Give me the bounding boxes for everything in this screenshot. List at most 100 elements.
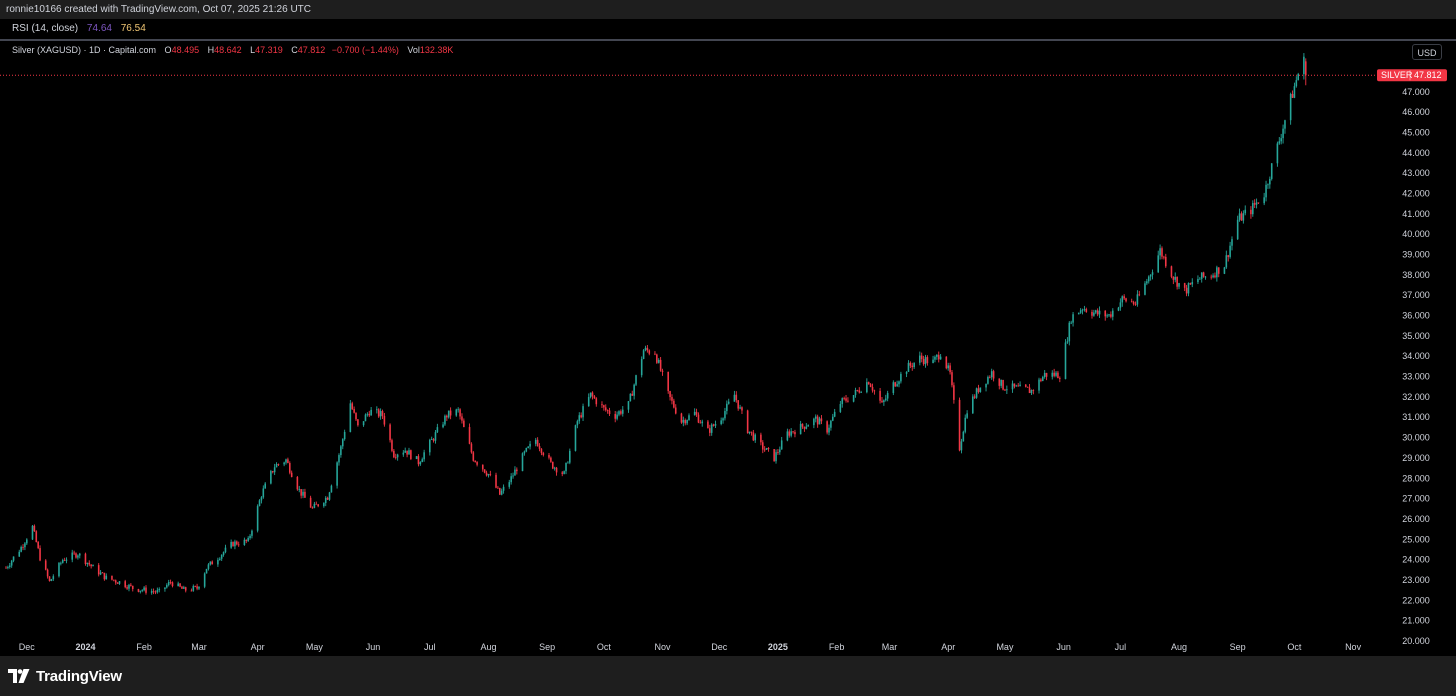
candle-body	[362, 421, 365, 426]
candle-body	[211, 561, 214, 565]
price-axis[interactable]: 20.000 21.000 22.000 23.000 24.000 25.000 26.0…	[1402, 87, 1430, 646]
candle-body	[1163, 256, 1165, 258]
candle-body	[1278, 141, 1281, 144]
candle-body	[667, 371, 669, 392]
candle-body	[273, 467, 276, 473]
open-value: 48.495	[171, 45, 200, 55]
candle-body	[516, 469, 518, 472]
candle-body	[218, 558, 221, 560]
candle-body	[1276, 143, 1279, 164]
x-tick-label: Aug	[480, 642, 496, 652]
candle-body	[1072, 314, 1074, 323]
candle-body	[415, 456, 418, 460]
candle-body	[777, 452, 779, 453]
candle-body	[65, 559, 68, 561]
candle-body	[697, 414, 700, 423]
x-tick-label: Aug	[1171, 642, 1187, 652]
symbol-title[interactable]: Silver (XAGUSD) · 1D · Capital.com	[12, 45, 156, 55]
close-value: 47.812	[297, 45, 326, 55]
candle-body	[103, 572, 106, 580]
candle-body	[737, 400, 739, 409]
candle-body	[1004, 389, 1006, 391]
candle-body	[919, 355, 921, 363]
candle-body	[472, 452, 475, 461]
candle-body	[417, 456, 420, 465]
candle-body	[780, 440, 783, 450]
candle-body	[124, 581, 126, 588]
candle-body	[1304, 61, 1307, 76]
candle-body	[88, 562, 91, 565]
candle-body	[654, 353, 656, 355]
candle-body	[1164, 256, 1167, 267]
candle-body	[130, 584, 132, 586]
candle-body	[1269, 178, 1271, 185]
candle-body	[814, 416, 817, 419]
candle-body	[525, 447, 528, 452]
candle-body	[1138, 294, 1141, 296]
candle-body	[315, 503, 318, 505]
candle-body	[283, 462, 285, 465]
candle-body	[489, 474, 492, 475]
candle-body	[60, 562, 62, 564]
candle-body	[614, 413, 617, 419]
low-value: 47.319	[255, 45, 283, 55]
candle-body	[1079, 310, 1082, 313]
candle-body	[646, 347, 649, 351]
candle-body	[164, 587, 166, 590]
candle-body	[1057, 372, 1059, 379]
x-tick-label: Apr	[251, 642, 265, 652]
candle-body	[673, 400, 675, 408]
x-tick-label: May	[996, 642, 1014, 652]
tradingview-logo[interactable]: TradingView	[8, 667, 122, 685]
candle-body	[84, 553, 87, 565]
candle-body	[712, 424, 715, 426]
candle-body	[977, 388, 980, 392]
y-tick-label: 37.000	[1402, 290, 1430, 300]
candle-body	[1119, 302, 1122, 308]
x-tick-label: Dec	[711, 642, 728, 652]
candle-body	[12, 556, 15, 561]
candle-body	[232, 541, 234, 547]
candle-body	[682, 420, 685, 423]
candle-body	[869, 384, 872, 387]
candle-body	[603, 405, 605, 408]
candle-body	[1051, 372, 1054, 377]
x-tick-label: Mar	[882, 642, 898, 652]
candle-body	[775, 452, 777, 462]
candle-body	[843, 398, 845, 399]
time-axis[interactable]: Dec 2024 Feb Mar Apr May Jun Jul Aug Sep Oct Nov Dec…	[19, 642, 1362, 652]
candle-body	[1210, 276, 1212, 278]
candle-body	[370, 409, 372, 416]
candle-body	[1297, 74, 1300, 81]
candle-body	[1011, 383, 1014, 390]
x-tick-label: Nov	[1345, 642, 1362, 652]
x-tick-label: Sep	[539, 642, 555, 652]
x-tick-label: Jun	[1056, 642, 1071, 652]
candle-body	[177, 583, 179, 587]
candle-body	[61, 559, 64, 563]
candle-body	[1176, 276, 1178, 287]
candle-body	[966, 413, 968, 418]
candle-body	[184, 587, 187, 591]
candlestick-chart[interactable]: 20.000 21.000 22.000 23.000 24.000 25.000 26.0…	[0, 41, 1456, 656]
candle-body	[680, 413, 683, 423]
candle-body	[794, 432, 796, 435]
candle-body	[77, 555, 79, 558]
candle-body	[553, 467, 556, 469]
candle-body	[805, 426, 808, 429]
rsi-label[interactable]: RSI (14, close)	[12, 23, 78, 34]
candle-body	[78, 553, 81, 556]
candle-body	[790, 431, 792, 436]
y-tick-label: 29.000	[1402, 453, 1430, 463]
candle-body	[631, 393, 634, 396]
candle-body	[158, 589, 161, 591]
candle-body	[701, 421, 704, 424]
candle-body	[722, 418, 724, 421]
candle-body	[803, 426, 806, 429]
candle-body	[1059, 378, 1061, 379]
currency-button[interactable]: USD	[1412, 44, 1442, 60]
candle-body	[18, 551, 21, 557]
chart-pane[interactable]: 20.000 21.000 22.000 23.000 24.000 25.000 26.0…	[0, 41, 1456, 656]
candle-body	[24, 543, 26, 548]
candle-body	[245, 539, 248, 541]
